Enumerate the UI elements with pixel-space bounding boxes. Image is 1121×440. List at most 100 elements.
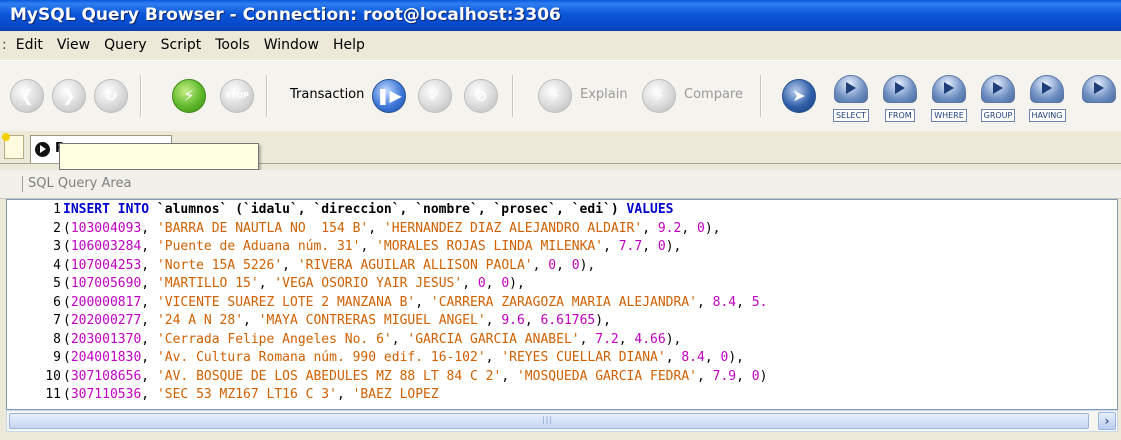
code-token: , <box>141 387 157 402</box>
group-clause-button[interactable]: GROUP <box>979 75 1017 122</box>
code-token: 4.66 <box>634 331 666 347</box>
group-clause-label: GROUP <box>980 109 1016 122</box>
code-token: ( <box>63 368 71 384</box>
rollback-icon[interactable]: ⊘ <box>464 79 498 113</box>
code-token: 0 <box>657 239 666 254</box>
code-token: , <box>141 294 157 310</box>
code-token: , <box>141 350 157 365</box>
code-token: INSERT INTO <box>63 202 157 217</box>
query-area-divider <box>22 176 23 192</box>
code-token: 9.2 <box>657 220 682 236</box>
code-token: 'Puente de Aduana núm. 31' <box>156 239 361 254</box>
from-clause-label: FROM <box>885 109 915 122</box>
code-token: 7.7 <box>618 239 643 254</box>
menu-script[interactable]: Script <box>154 31 209 59</box>
line-number: 4 <box>53 257 61 273</box>
select-clause-button[interactable]: SELECT <box>832 75 870 122</box>
code-line[interactable]: 2 (103004093, 'BARRA DE NAUTLA NO 154 B',… <box>7 221 720 237</box>
code-token: 0 <box>477 276 486 291</box>
order-clause-button[interactable] <box>1077 75 1121 121</box>
line-number: 2 <box>53 220 61 236</box>
code-token: ( <box>63 350 71 365</box>
menu-view[interactable]: View <box>50 31 97 59</box>
code-token: 'RIVERA AGUILAR ALLISON PAOLA' <box>297 257 533 273</box>
code-token: , <box>141 313 157 328</box>
execute-icon[interactable]: ⚡ <box>172 79 206 113</box>
code-line[interactable]: 8 (203001370, 'Cerrada Felipe Angeles No.… <box>7 332 681 348</box>
sql-editor[interactable]: 1 INSERT INTO `alumnos` (`idalu`, `direcc… <box>6 199 1118 410</box>
code-token: , <box>141 331 157 347</box>
code-line[interactable]: 3 (106003284, 'Puente de Aduana núm. 31',… <box>7 239 681 255</box>
back-icon[interactable]: ❮ <box>10 79 44 113</box>
code-line[interactable]: 7 (202000277, '24 A N 28', 'MAYA CONTRERA… <box>7 313 611 329</box>
code-token: 'MARTILLO 15' <box>156 276 259 291</box>
from-clause-button[interactable]: FROM <box>881 75 919 122</box>
explain-icon[interactable]: ⚡ <box>538 79 572 113</box>
code-line[interactable]: 4 (107004253, 'Norte 15A 5226', 'RIVERA A… <box>7 258 595 274</box>
code-token: 'SEC 53 MZ167 LT16 C 3' <box>156 387 337 402</box>
code-line[interactable]: 5 (107005690, 'MARTILLO 15', 'VEGA OSORIO… <box>7 276 525 292</box>
code-line[interactable]: 1 INSERT INTO `alumnos` (`idalu`, `direcc… <box>7 202 674 218</box>
code-token: 107004253 <box>70 257 142 273</box>
explain-button[interactable]: Explain <box>580 87 628 102</box>
code-token: 8.4 <box>712 294 737 310</box>
code-token: ), <box>704 220 721 236</box>
code-token: 'HERNANDEZ DIAZ ALEJANDRO ALDAIR' <box>383 220 643 236</box>
scrollbar-grip-icon: ||| <box>542 415 554 424</box>
code-token: ( <box>63 276 71 291</box>
code-token: 0 <box>501 276 510 291</box>
scroll-right-icon[interactable]: › <box>1098 412 1116 430</box>
compare-icon[interactable]: ⚡ <box>642 79 676 113</box>
code-token: VALUES <box>626 202 674 217</box>
compare-button[interactable]: Compare <box>684 87 743 102</box>
pointer-icon[interactable]: ➤ <box>782 79 816 113</box>
code-token: 'Cerrada Felipe Angeles No. 6' <box>156 331 392 347</box>
code-token: , <box>618 331 635 347</box>
query-area-header: SQL Query Area <box>0 170 1121 199</box>
menu-help[interactable]: Help <box>326 31 372 59</box>
code-token: ), <box>728 350 744 365</box>
forward-icon[interactable]: ❯ <box>52 79 86 113</box>
code-token: 'MOSQUEDA GARCIA FEDRA' <box>516 368 697 384</box>
code-line[interactable]: 10 (307108656, 'AV. BOSQUE DE LOS ABEDULE… <box>7 369 767 385</box>
start-transaction-icon[interactable]: ❚▶ <box>372 79 406 113</box>
code-token: 107005690 <box>70 276 142 291</box>
code-token: , <box>524 313 541 328</box>
code-token: 'CARRERA ZARAGOZA MARIA ALEJANDRA' <box>430 294 697 310</box>
code-token: 'BARRA DE NAUTLA NO 154 B' <box>156 220 369 236</box>
stop-icon[interactable]: STOP <box>220 79 254 113</box>
menu-query[interactable]: Query <box>97 31 154 59</box>
new-tab-icon[interactable] <box>2 133 24 159</box>
code-token: ), <box>665 331 682 347</box>
code-line[interactable]: 11 (307110536, 'SEC 53 MZ167 LT16 C 3', '… <box>7 387 438 403</box>
menu-edit[interactable]: Edit <box>9 31 50 59</box>
code-token: '24 A N 28' <box>156 313 244 328</box>
code-token: , <box>462 276 478 291</box>
where-clause-button[interactable]: WHERE <box>930 75 968 122</box>
code-token: 'MAYA CONTRERAS MIGUEL ANGEL' <box>258 313 486 328</box>
code-token: , <box>665 350 682 365</box>
code-token: , <box>736 294 752 310</box>
code-token: 0 <box>697 220 705 236</box>
menu-tools[interactable]: Tools <box>208 31 257 59</box>
code-token: 103004093 <box>70 220 142 236</box>
code-token: , <box>642 220 658 236</box>
code-token: , <box>282 257 298 273</box>
code-token: , <box>485 276 502 291</box>
line-number: 7 <box>53 313 61 328</box>
horizontal-scrollbar[interactable]: ||| › <box>6 410 1118 432</box>
code-token: 307110536 <box>70 387 142 402</box>
menu-window[interactable]: Window <box>257 31 326 59</box>
code-line[interactable]: 9 (204001830, 'Av. Cultura Romana núm. 99… <box>7 350 744 366</box>
toolbar: ❮ ❯ ↻ ⚡ STOP Transaction ❚▶ ✓ ⊘ ⚡ Explai… <box>0 60 1121 132</box>
code-token: 'AV. BOSQUE DE LOS ABEDULES MZ 88 LT 84 … <box>156 368 502 384</box>
code-token: , <box>141 239 157 254</box>
where-clause-label: WHERE <box>931 109 967 122</box>
menu-bar: : Edit View Query Script Tools Window Help <box>0 31 1121 59</box>
code-token: , <box>696 368 713 384</box>
having-clause-button[interactable]: HAVING <box>1028 75 1066 122</box>
commit-icon[interactable]: ✓ <box>418 79 452 113</box>
code-token: ), <box>509 276 525 291</box>
refresh-icon[interactable]: ↻ <box>94 79 128 113</box>
code-line[interactable]: 6 (200000817, 'VICENTE SUAREZ LOTE 2 MANZ… <box>7 295 767 311</box>
